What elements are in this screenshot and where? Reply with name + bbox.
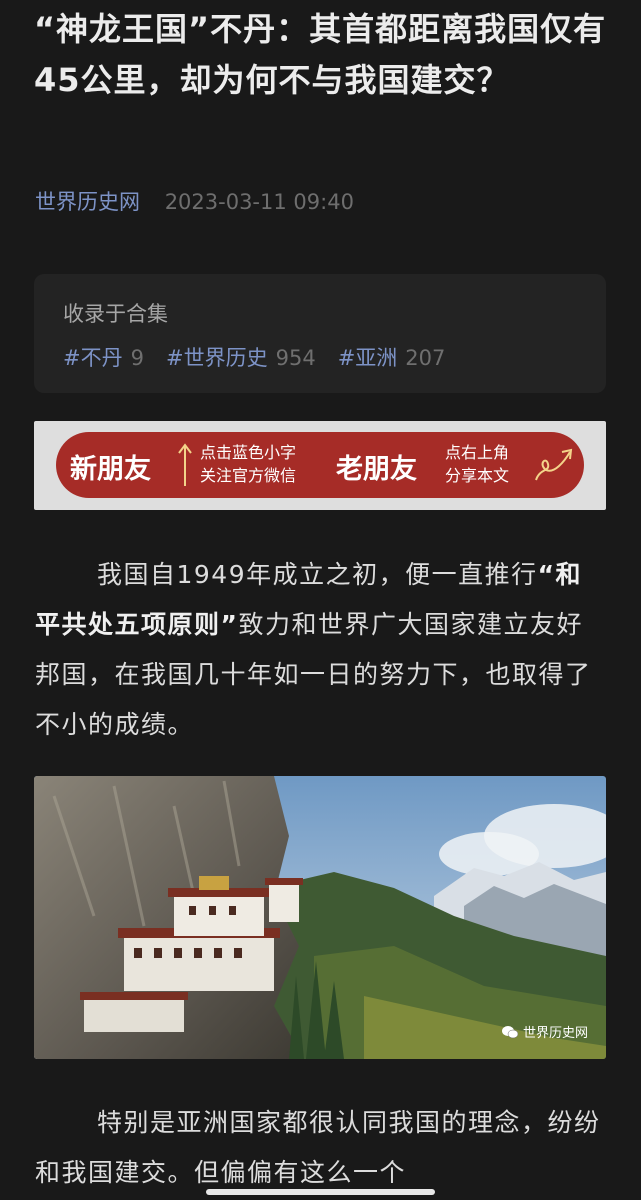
follow-banner-pill: 新朋友 点击蓝色小字 关注官方微信 老朋友 点右上角 分享本文 bbox=[56, 432, 584, 498]
paragraph-1: 我国自1949年成立之初，便一直推行“和平共处五项原则”致力和世界广大国家建立友… bbox=[35, 550, 607, 750]
tag-name: #世界历史 bbox=[165, 346, 268, 370]
old-friend-line2: 分享本文 bbox=[445, 466, 510, 485]
account-name-link[interactable]: 世界历史网 bbox=[35, 190, 140, 214]
paragraph-1-text-a: 我国自1949年成立之初，便一直推行 bbox=[97, 560, 538, 589]
paragraph-2: 特别是亚洲国家都很认同我国的理念，纷纷和我国建交。但偏偏有这么一个 bbox=[35, 1108, 601, 1187]
tag-world-history[interactable]: #世界历史 954 bbox=[166, 342, 316, 372]
collection-label: 收录于合集 bbox=[63, 302, 168, 326]
tag-count: 954 bbox=[275, 346, 316, 370]
home-indicator[interactable] bbox=[206, 1189, 435, 1195]
article-meta: 世界历史网 2023-03-11 09:40 bbox=[35, 186, 354, 216]
new-friend-line2: 关注官方微信 bbox=[200, 466, 297, 485]
tag-asia[interactable]: #亚洲 207 bbox=[338, 342, 446, 372]
article-photo[interactable]: 世界历史网 bbox=[34, 776, 606, 1059]
publish-date: 2023-03-11 09:40 bbox=[164, 190, 354, 214]
new-friend-line1: 点击蓝色小字 bbox=[200, 443, 297, 462]
tag-name: #亚洲 bbox=[337, 346, 398, 370]
old-friend-line1: 点右上角 bbox=[445, 443, 510, 462]
image-watermark: 世界历史网 bbox=[501, 1022, 588, 1041]
old-friend-label: 老朋友 bbox=[336, 454, 417, 485]
collection-tags: #不丹 9 #世界历史 954 #亚洲 207 bbox=[63, 342, 445, 372]
monastery-cliff-illustration bbox=[34, 776, 606, 1059]
curl-arrow-icon bbox=[535, 448, 573, 481]
collection-card: 收录于合集 #不丹 9 #世界历史 954 #亚洲 207 bbox=[34, 274, 606, 393]
tag-count: 207 bbox=[405, 346, 446, 370]
wechat-icon bbox=[501, 1025, 518, 1038]
tag-count: 9 bbox=[130, 346, 144, 370]
watermark-text: 世界历史网 bbox=[522, 1026, 588, 1041]
tag-name: #不丹 bbox=[63, 346, 123, 370]
tag-bhutan[interactable]: #不丹 9 bbox=[63, 342, 144, 372]
arrow-up-icon bbox=[178, 443, 192, 486]
follow-banner[interactable]: 新朋友 点击蓝色小字 关注官方微信 老朋友 点右上角 分享本文 bbox=[34, 421, 606, 510]
article-title: “神龙王国”不丹：其首都距离我国仅有45公里，却为何不与我国建交？ bbox=[34, 10, 607, 99]
new-friend-label: 新朋友 bbox=[70, 454, 151, 485]
